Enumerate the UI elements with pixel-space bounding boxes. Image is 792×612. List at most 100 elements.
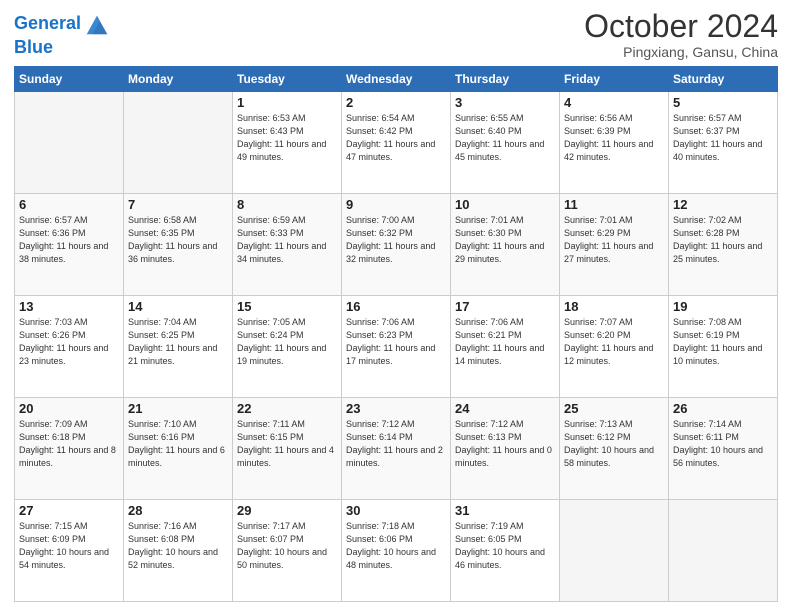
day-number: 10 — [455, 197, 555, 212]
calendar-cell: 2Sunrise: 6:54 AMSunset: 6:42 PMDaylight… — [342, 92, 451, 194]
calendar-cell: 15 Sunrise: 7:05 AMSunset: 6:24 PMDayligh… — [233, 296, 342, 398]
calendar-cell: 30Sunrise: 7:18 AMSunset: 6:06 PMDayligh… — [342, 500, 451, 602]
calendar-cell: 13 Sunrise: 7:03 AMSunset: 6:26 PMDayligh… — [15, 296, 124, 398]
day-info: Sunrise: 7:10 AMSunset: 6:16 PMDaylight:… — [128, 418, 228, 470]
calendar-week-row: 13 Sunrise: 7:03 AMSunset: 6:26 PMDayligh… — [15, 296, 778, 398]
calendar-cell: 5 Sunrise: 6:57 AMSunset: 6:37 PMDaylight… — [669, 92, 778, 194]
day-number: 1 — [237, 95, 337, 110]
day-info: Sunrise: 7:11 AMSunset: 6:15 PMDaylight:… — [237, 418, 337, 470]
day-info: Sunrise: 7:07 AMSunset: 6:20 PMDaylight:… — [564, 316, 664, 368]
calendar-cell — [15, 92, 124, 194]
day-number: 3 — [455, 95, 555, 110]
day-info: Sunrise: 7:19 AMSunset: 6:05 PMDaylight:… — [455, 520, 555, 572]
day-info: Sunrise: 7:15 AMSunset: 6:09 PMDaylight:… — [19, 520, 119, 572]
day-info: Sunrise: 7:08 AMSunset: 6:19 PMDaylight:… — [673, 316, 773, 368]
day-number: 11 — [564, 197, 664, 212]
weekday-header: Thursday — [451, 67, 560, 92]
month-title: October 2024 — [584, 10, 778, 42]
calendar-cell: 10 Sunrise: 7:01 AMSunset: 6:30 PMDayligh… — [451, 194, 560, 296]
day-number: 22 — [237, 401, 337, 416]
day-number: 7 — [128, 197, 228, 212]
logo: General Blue — [14, 10, 111, 58]
day-info: Sunrise: 6:55 AMSunset: 6:40 PMDaylight:… — [455, 112, 555, 164]
day-number: 15 — [237, 299, 337, 314]
day-number: 8 — [237, 197, 337, 212]
calendar-cell — [669, 500, 778, 602]
day-info: Sunrise: 7:02 AMSunset: 6:28 PMDaylight:… — [673, 214, 773, 266]
day-info: Sunrise: 7:05 AMSunset: 6:24 PMDaylight:… — [237, 316, 337, 368]
calendar-week-row: 27Sunrise: 7:15 AMSunset: 6:09 PMDayligh… — [15, 500, 778, 602]
day-number: 26 — [673, 401, 773, 416]
weekday-header: Saturday — [669, 67, 778, 92]
day-info: Sunrise: 7:17 AMSunset: 6:07 PMDaylight:… — [237, 520, 337, 572]
calendar-cell: 25 Sunrise: 7:13 AMSunset: 6:12 PMDayligh… — [560, 398, 669, 500]
day-info: Sunrise: 7:13 AMSunset: 6:12 PMDaylight:… — [564, 418, 664, 470]
day-info: Sunrise: 6:57 AMSunset: 6:36 PMDaylight:… — [19, 214, 119, 266]
calendar-cell: 29 Sunrise: 7:17 AMSunset: 6:07 PMDayligh… — [233, 500, 342, 602]
logo-blue-text: Blue — [14, 38, 111, 58]
day-info: Sunrise: 6:53 AMSunset: 6:43 PMDaylight:… — [237, 112, 337, 164]
calendar-cell: 22 Sunrise: 7:11 AMSunset: 6:15 PMDayligh… — [233, 398, 342, 500]
calendar-cell: 4Sunrise: 6:56 AMSunset: 6:39 PMDaylight… — [560, 92, 669, 194]
day-info: Sunrise: 6:57 AMSunset: 6:37 PMDaylight:… — [673, 112, 773, 164]
day-info: Sunrise: 7:04 AMSunset: 6:25 PMDaylight:… — [128, 316, 228, 368]
calendar-cell: 11 Sunrise: 7:01 AMSunset: 6:29 PMDayligh… — [560, 194, 669, 296]
calendar-week-row: 6 Sunrise: 6:57 AMSunset: 6:36 PMDaylight… — [15, 194, 778, 296]
calendar-cell: 26 Sunrise: 7:14 AMSunset: 6:11 PMDayligh… — [669, 398, 778, 500]
calendar-week-row: 1 Sunrise: 6:53 AMSunset: 6:43 PMDaylight… — [15, 92, 778, 194]
calendar-cell: 3 Sunrise: 6:55 AMSunset: 6:40 PMDaylight… — [451, 92, 560, 194]
day-info: Sunrise: 7:03 AMSunset: 6:26 PMDaylight:… — [19, 316, 119, 368]
calendar-cell: 28Sunrise: 7:16 AMSunset: 6:08 PMDayligh… — [124, 500, 233, 602]
day-number: 23 — [346, 401, 446, 416]
day-info: Sunrise: 7:12 AMSunset: 6:14 PMDaylight:… — [346, 418, 446, 470]
day-number: 5 — [673, 95, 773, 110]
day-number: 14 — [128, 299, 228, 314]
calendar-cell: 14 Sunrise: 7:04 AMSunset: 6:25 PMDayligh… — [124, 296, 233, 398]
calendar-cell: 12Sunrise: 7:02 AMSunset: 6:28 PMDayligh… — [669, 194, 778, 296]
calendar-cell: 21 Sunrise: 7:10 AMSunset: 6:16 PMDayligh… — [124, 398, 233, 500]
day-number: 6 — [19, 197, 119, 212]
day-number: 21 — [128, 401, 228, 416]
weekday-header: Sunday — [15, 67, 124, 92]
calendar-cell: 31 Sunrise: 7:19 AMSunset: 6:05 PMDayligh… — [451, 500, 560, 602]
day-info: Sunrise: 7:14 AMSunset: 6:11 PMDaylight:… — [673, 418, 773, 470]
calendar-cell: 17 Sunrise: 7:06 AMSunset: 6:21 PMDayligh… — [451, 296, 560, 398]
calendar-cell: 1 Sunrise: 6:53 AMSunset: 6:43 PMDaylight… — [233, 92, 342, 194]
title-block: October 2024 Pingxiang, Gansu, China — [584, 10, 778, 60]
day-number: 2 — [346, 95, 446, 110]
calendar-cell: 18Sunrise: 7:07 AMSunset: 6:20 PMDayligh… — [560, 296, 669, 398]
day-info: Sunrise: 7:12 AMSunset: 6:13 PMDaylight:… — [455, 418, 555, 470]
day-info: Sunrise: 7:01 AMSunset: 6:29 PMDaylight:… — [564, 214, 664, 266]
day-number: 20 — [19, 401, 119, 416]
weekday-header: Monday — [124, 67, 233, 92]
calendar-cell: 23 Sunrise: 7:12 AMSunset: 6:14 PMDayligh… — [342, 398, 451, 500]
day-info: Sunrise: 7:06 AMSunset: 6:21 PMDaylight:… — [455, 316, 555, 368]
logo-icon — [83, 10, 111, 38]
calendar-cell: 9Sunrise: 7:00 AMSunset: 6:32 PMDaylight… — [342, 194, 451, 296]
calendar-cell — [560, 500, 669, 602]
day-number: 25 — [564, 401, 664, 416]
logo-text: General — [14, 14, 81, 34]
day-info: Sunrise: 7:01 AMSunset: 6:30 PMDaylight:… — [455, 214, 555, 266]
page: General Blue October 2024 Pingxiang, Gan… — [0, 0, 792, 612]
weekday-header: Tuesday — [233, 67, 342, 92]
day-number: 31 — [455, 503, 555, 518]
day-number: 17 — [455, 299, 555, 314]
weekday-header: Friday — [560, 67, 669, 92]
location: Pingxiang, Gansu, China — [584, 44, 778, 60]
day-info: Sunrise: 7:00 AMSunset: 6:32 PMDaylight:… — [346, 214, 446, 266]
day-info: Sunrise: 7:06 AMSunset: 6:23 PMDaylight:… — [346, 316, 446, 368]
day-number: 16 — [346, 299, 446, 314]
day-number: 13 — [19, 299, 119, 314]
header: General Blue October 2024 Pingxiang, Gan… — [14, 10, 778, 60]
day-number: 19 — [673, 299, 773, 314]
day-info: Sunrise: 6:58 AMSunset: 6:35 PMDaylight:… — [128, 214, 228, 266]
day-number: 29 — [237, 503, 337, 518]
calendar-cell: 8 Sunrise: 6:59 AMSunset: 6:33 PMDaylight… — [233, 194, 342, 296]
calendar-cell: 27Sunrise: 7:15 AMSunset: 6:09 PMDayligh… — [15, 500, 124, 602]
calendar-table: SundayMondayTuesdayWednesdayThursdayFrid… — [14, 66, 778, 602]
day-number: 28 — [128, 503, 228, 518]
calendar-cell: 6 Sunrise: 6:57 AMSunset: 6:36 PMDaylight… — [15, 194, 124, 296]
day-info: Sunrise: 7:09 AMSunset: 6:18 PMDaylight:… — [19, 418, 119, 470]
day-info: Sunrise: 6:59 AMSunset: 6:33 PMDaylight:… — [237, 214, 337, 266]
